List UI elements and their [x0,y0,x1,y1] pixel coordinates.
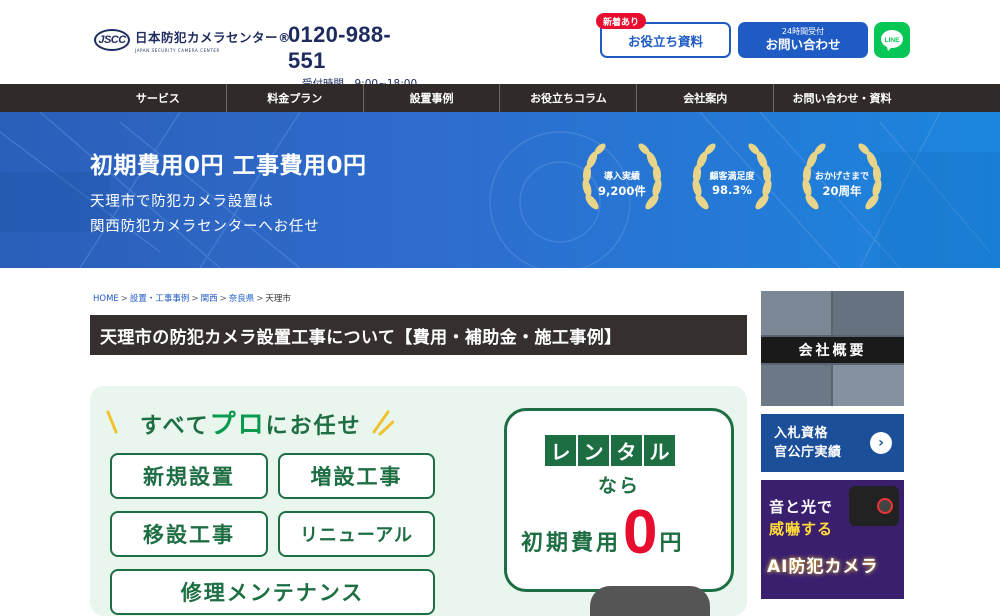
rental-nara: なら [597,475,640,497]
breadcrumb-separator: > [219,294,227,304]
breadcrumb-home[interactable]: HOME [93,294,119,304]
line-icon: LINE [881,30,903,51]
sidebar-tender-banner[interactable]: 入札資格 官公庁実績 › [761,414,904,472]
nav-item-contact[interactable]: お問い合わせ・資料 [773,84,910,112]
photo-tile [833,291,904,335]
award-satisfaction: 顧客満足度 98.3% [688,142,776,222]
award-installations: 導入実績 9,200件 [578,142,666,222]
rental-price-line: 初期費用 0 円 [521,498,682,567]
tag-new-install: 新規設置 [110,453,268,499]
breadcrumb-current: 天理市 [265,294,291,304]
ai-line2: 威嚇する [769,520,834,538]
breadcrumb-separator: > [256,294,264,304]
arrow-right-icon: › [870,432,892,454]
contact-label: お問い合わせ [765,37,841,52]
rental-letter: ル [644,435,675,466]
photo-tile [761,291,831,335]
nav-item-column[interactable]: お役立ちコラム [499,84,636,112]
tag-relocation: 移設工事 [110,511,268,557]
rental-zero: 0 [623,498,658,567]
company-overview-label: 会社概要 [761,337,904,363]
photo-tile [761,365,831,406]
service-banner[interactable]: すべてプロにお任せ 新規設置 増設工事 移設工事 リニューアル 修理メンテナンス… [90,386,747,616]
hero-banner: 初期費用0円 工事費用0円 天理市で防犯カメラ設置は 関西防犯カメラセンターへお… [0,112,1000,268]
phone-block: 0120-988-551 受付時間 9:00~18:00 [288,22,428,91]
spark-left-icon [106,410,118,433]
banner-head-pro: プロ [209,410,266,440]
banner-head-post: にお任せ [265,414,362,439]
award-value: 20周年 [822,184,862,198]
line-button[interactable]: LINE [874,22,910,58]
breadcrumb-separator: > [191,294,199,304]
tag-renewal: リニューアル [278,511,435,557]
camera-icon [849,486,899,526]
award-label: おかげさまで [814,172,869,182]
nav-item-service[interactable]: サービス [90,84,226,112]
rental-letter: レ [545,435,576,466]
award-value: 9,200件 [598,184,646,198]
contact-hours-label: 24時間受付 [781,27,825,36]
banner-head-pre: すべて [140,414,210,439]
rental-letter: タ [611,435,642,466]
tag-additional-install: 増設工事 [278,453,435,499]
logo-english: JAPAN SECURITY CAMERA CENTER [135,48,220,53]
rental-yen: 円 [659,531,682,556]
hero-subtitle: 天理市で防犯カメラ設置は 関西防犯カメラセンターへお任せ [90,190,320,240]
award-label: 顧客満足度 [709,172,755,182]
contact-button[interactable]: 24時間受付 お問い合わせ [738,22,868,58]
logo-mark: JSCC [94,29,130,51]
laurel-icon [692,143,772,210]
global-nav: サービス 料金プラン 設置事例 お役立ちコラム 会社案内 お問い合わせ・資料 [0,84,1000,112]
camera-image [590,586,710,616]
rental-letter: ン [578,435,609,466]
breadcrumb-cases[interactable]: 設置・工事事例 [130,294,190,304]
tender-text: 入札資格 官公庁実績 [774,424,842,462]
sidebar-company-banner[interactable]: 会社概要 [761,291,904,406]
hero-title: 初期費用0円 工事費用0円 [90,153,367,179]
tender-line1: 入札資格 [774,426,829,441]
tag-repair-maintenance: 修理メンテナンス [110,569,435,615]
logo-name: 日本防犯カメラセンター® [135,30,292,45]
rental-callout: レ ン タ ル なら 初期費用 0 円 [504,408,734,599]
hero-subtitle-line2: 関西防犯カメラセンターへお任せ [90,219,320,235]
tender-line2: 官公庁実績 [774,445,842,460]
line-label: LINE [885,37,900,44]
award-value: 98.3% [712,183,752,197]
page-title: 天理市の防犯カメラ設置工事について【費用・補助金・施工事例】 [90,315,747,355]
breadcrumb-region[interactable]: 関西 [201,294,218,304]
breadcrumb-separator: > [120,294,128,304]
rental-letters: レ ン タ ル [545,435,675,466]
spark-right-icon [372,410,394,435]
nav-item-pricing[interactable]: 料金プラン [225,84,363,112]
rental-initial-cost: 初期費用 [521,531,622,556]
sidebar-ai-camera-banner[interactable]: 音と光で 威嚇する AI防犯カメラ [761,480,904,599]
hero-subtitle-line1: 天理市で防犯カメラ設置は [90,194,274,210]
photo-tile [833,365,904,406]
site-header: JSCC 日本防犯カメラセンター® JAPAN SECURITY CAMERA … [0,0,1000,90]
phone-number[interactable]: 0120-988-551 [288,22,428,74]
laurel-icon [802,143,882,210]
nav-item-cases[interactable]: 設置事例 [362,84,500,112]
ai-line3: AI防犯カメラ [767,557,879,577]
ai-line1: 音と光で [769,498,834,516]
award-anniversary: おかげさまで 20周年 [798,142,886,222]
award-label: 導入実績 [603,172,640,182]
banner-headline: すべてプロにお任せ [106,404,446,441]
breadcrumb-prefecture[interactable]: 奈良県 [229,294,255,304]
site-logo[interactable]: JSCC 日本防犯カメラセンター® JAPAN SECURITY CAMERA … [94,27,291,53]
breadcrumb: HOME > 設置・工事事例 > 関西 > 奈良県 > 天理市 [93,292,291,304]
nav-item-company[interactable]: 会社案内 [636,84,773,112]
laurel-icon [582,143,662,210]
new-badge: 新着あり [596,13,646,29]
